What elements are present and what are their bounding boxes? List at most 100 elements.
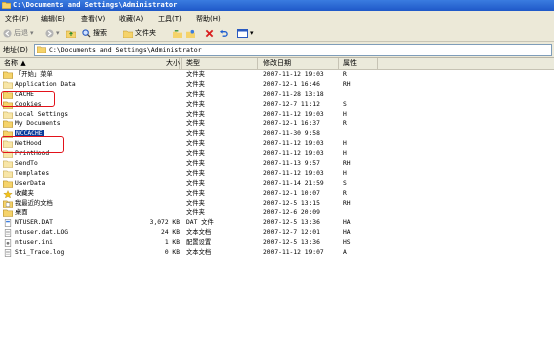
text-file-icon — [4, 229, 12, 238]
file-type: 文件夹 — [186, 100, 205, 108]
file-name: Local Settings — [15, 110, 69, 118]
views-button[interactable]: ▾ — [237, 28, 254, 38]
favorites-star-icon — [3, 189, 13, 198]
file-row[interactable]: ntuser.dat.LOG 24 KB 文本文档 2007-12-7 12:01 HA — [0, 228, 554, 238]
file-date: 2007-11-30 9:58 — [263, 130, 320, 138]
chevron-down-icon: ▾ — [30, 29, 34, 37]
column-name-label: 名称 ▲ — [4, 59, 26, 67]
file-type: 文件夹 — [186, 189, 205, 197]
file-attr: S — [343, 100, 347, 108]
file-row[interactable]: SendTo 文件夹 2007-11-13 9:57 RH — [0, 159, 554, 169]
file-date: 2007-12-1 16:46 — [263, 80, 320, 88]
file-row[interactable]: CACHE 文件夹 2007-11-28 13:18 — [0, 90, 554, 100]
file-icon — [4, 219, 12, 228]
file-row[interactable]: 我最近的文档 文件夹 2007-12-5 13:15 RH — [0, 199, 554, 209]
file-type: 文本文档 — [186, 249, 212, 257]
move-to-button[interactable] — [173, 28, 182, 38]
file-size: 0 KB — [164, 249, 180, 257]
file-name: NTUSER.DAT — [15, 219, 53, 227]
file-attr: HA — [343, 229, 351, 237]
column-size-label: 大小 — [166, 59, 180, 67]
delete-button[interactable] — [205, 28, 214, 38]
copy-to-button[interactable] — [186, 28, 195, 38]
file-row[interactable]: UserData 文件夹 2007-11-14 21:59 S — [0, 179, 554, 189]
file-type: 文件夹 — [186, 199, 205, 207]
folder-icon — [37, 46, 46, 53]
file-type: 文件夹 — [186, 140, 205, 148]
file-attr: H — [343, 150, 347, 158]
file-name: 桌面 — [15, 209, 28, 217]
forward-button[interactable]: ▾ — [45, 28, 60, 38]
file-attr: R — [343, 189, 347, 197]
file-date: 2007-12-6 20:09 — [263, 209, 320, 217]
menu-tools[interactable]: 工具(T) — [158, 14, 182, 24]
file-attr: R — [343, 120, 347, 128]
menu-file[interactable]: 文件(F) — [5, 14, 29, 24]
file-date: 2007-11-13 9:57 — [263, 160, 320, 168]
undo-icon — [219, 29, 228, 37]
undo-button[interactable] — [219, 28, 228, 38]
file-row[interactable]: My Documents 文件夹 2007-12-1 16:37 R — [0, 119, 554, 129]
chevron-down-icon: ▾ — [56, 29, 60, 37]
file-list: 「开始」菜单 文件夹 2007-11-12 19:03 R Application Da… — [0, 70, 554, 258]
file-attr: H — [343, 110, 347, 118]
folders-button[interactable]: 文件夹 — [123, 28, 156, 38]
search-button[interactable]: 搜索 — [82, 28, 107, 38]
file-name: ntuser.dat.LOG — [15, 229, 69, 237]
forward-arrow-icon — [45, 28, 54, 38]
file-type: 文件夹 — [186, 130, 205, 138]
file-type: 文件夹 — [186, 169, 205, 177]
delete-x-icon — [205, 29, 214, 37]
file-row[interactable]: NetHood 文件夹 2007-11-12 19:03 H — [0, 139, 554, 149]
file-type: 文件夹 — [186, 71, 205, 78]
file-row[interactable]: Cookies 文件夹 2007-12-7 11:12 S — [0, 100, 554, 110]
toolbar: 后退 ▾ ▾ 搜索 文件夹 ▾ — [0, 25, 554, 42]
file-row[interactable]: NTUSER.DAT 3,072 KB DAT 文件 2007-12-5 13:36 H… — [0, 218, 554, 228]
file-date: 2007-12-5 13:36 — [263, 219, 320, 227]
back-button[interactable]: 后退 ▾ — [3, 28, 34, 38]
file-row[interactable]: PrintHood 文件夹 2007-11-12 19:03 H — [0, 149, 554, 159]
file-row[interactable]: Templates 文件夹 2007-11-12 19:03 H — [0, 169, 554, 179]
file-type: 文件夹 — [186, 90, 205, 98]
column-type[interactable]: 类型 — [182, 58, 258, 69]
file-date: 2007-11-12 19:03 — [263, 71, 324, 78]
file-date: 2007-12-5 13:36 — [263, 239, 320, 247]
file-row[interactable]: Local Settings 文件夹 2007-11-12 19:03 H — [0, 110, 554, 120]
file-date: 2007-11-12 19:03 — [263, 110, 324, 118]
folder-hidden-icon — [3, 111, 13, 119]
file-row[interactable]: 桌面 文件夹 2007-12-6 20:09 — [0, 208, 554, 218]
column-size[interactable]: 大小 — [94, 58, 180, 69]
file-date: 2007-12-1 10:07 — [263, 189, 320, 197]
file-row[interactable]: Application Data 文件夹 2007-12-1 16:46 RH — [0, 80, 554, 90]
file-type: 文件夹 — [186, 120, 205, 128]
menu-edit[interactable]: 编辑(E) — [41, 14, 65, 24]
copy-to-icon — [186, 29, 195, 38]
address-input[interactable]: C:\Documents and Settings\Administrator — [34, 44, 552, 56]
menu-view[interactable]: 查看(V) — [81, 14, 105, 24]
search-icon — [82, 28, 91, 38]
file-row[interactable]: 「开始」菜单 文件夹 2007-11-12 19:03 R — [0, 70, 554, 80]
folder-icon — [3, 210, 13, 218]
file-type: 文件夹 — [186, 179, 205, 187]
menu-favorites[interactable]: 收藏(A) — [119, 14, 143, 24]
folder-hidden-icon — [3, 160, 13, 168]
folders-label: 文件夹 — [135, 29, 156, 37]
folder-icon — [3, 71, 13, 79]
menu-help[interactable]: 帮助(H) — [196, 14, 221, 24]
column-attr[interactable]: 属性 — [340, 58, 378, 69]
ini-file-icon — [4, 239, 12, 247]
file-name: SendTo — [15, 160, 38, 168]
menu-bar: 文件(F) 编辑(E) 查看(V) 收藏(A) 工具(T) 帮助(H) — [0, 11, 554, 26]
column-date[interactable]: 修改日期 — [259, 58, 339, 69]
file-row[interactable]: Sti_Trace.log 0 KB 文本文档 2007-11-12 19:07 A — [0, 248, 554, 258]
folder-icon — [3, 121, 13, 129]
file-row[interactable]: NCCACHE 文件夹 2007-11-30 9:58 — [0, 129, 554, 139]
file-size: 24 KB — [161, 229, 180, 237]
file-date: 2007-11-12 19:03 — [263, 169, 324, 177]
file-date: 2007-11-12 19:03 — [263, 140, 324, 148]
file-row[interactable]: 收藏夹 文件夹 2007-12-1 10:07 R — [0, 189, 554, 199]
file-row[interactable]: ntuser.ini 1 KB 配置设置 2007-12-5 13:36 HS — [0, 238, 554, 248]
file-name: 收藏夹 — [15, 189, 34, 197]
up-folder-button[interactable] — [66, 28, 76, 38]
file-date: 2007-11-12 19:07 — [263, 249, 324, 257]
